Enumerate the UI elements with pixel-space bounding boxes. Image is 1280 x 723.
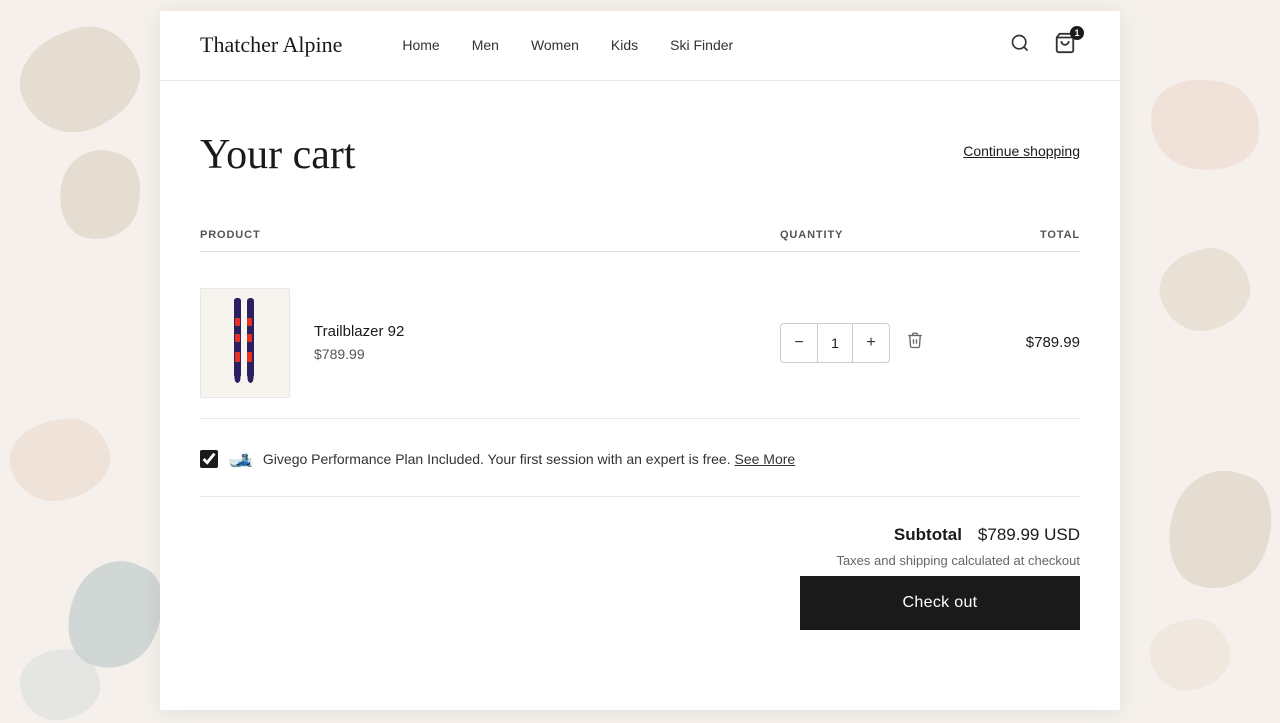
cart-badge: 1 <box>1070 26 1084 40</box>
quantity-increase-button[interactable]: + <box>853 324 889 362</box>
quantity-decrease-button[interactable]: − <box>781 324 817 362</box>
quantity-control: − 1 + <box>780 323 890 363</box>
search-icon <box>1010 33 1030 53</box>
nav-links: Home Men Women Kids Ski Finder <box>402 37 1006 53</box>
cart-header: Your cart Continue shopping <box>200 131 1080 179</box>
product-info: Trailblazer 92 $789.99 <box>314 323 404 362</box>
nav-link-kids[interactable]: Kids <box>611 37 638 53</box>
total-column-header: Total <box>960 229 1080 241</box>
givego-section: 🎿 Givego Performance Plan Included. Your… <box>200 419 1080 497</box>
navbar: Thatcher Alpine Home Men Women Kids Ski … <box>160 11 1120 81</box>
cart-columns: Product Quantity Total <box>200 219 1080 252</box>
delete-item-button[interactable] <box>902 327 928 358</box>
nav-link-women[interactable]: Women <box>531 37 579 53</box>
item-total: $789.99 <box>960 334 1080 351</box>
quantity-cell: − 1 + <box>780 323 960 363</box>
checkout-button[interactable]: Check out <box>800 576 1080 630</box>
nav-link-men[interactable]: Men <box>472 37 499 53</box>
product-image <box>200 288 290 398</box>
page-container: Thatcher Alpine Home Men Women Kids Ski … <box>160 11 1120 710</box>
subtotal-section: Subtotal $789.99 USD Taxes and shipping … <box>200 497 1080 650</box>
product-cell: Trailblazer 92 $789.99 <box>200 288 780 398</box>
quantity-value: 1 <box>817 324 853 362</box>
subtotal-value: $789.99 USD <box>978 525 1080 545</box>
givego-checkbox[interactable] <box>200 450 218 468</box>
trash-icon <box>906 331 924 349</box>
nav-link-ski-finder[interactable]: Ski Finder <box>670 37 733 53</box>
givego-description: Givego Performance Plan Included. Your f… <box>263 451 731 467</box>
subtotal-row: Subtotal $789.99 USD <box>894 525 1080 545</box>
nav-icons: 1 <box>1006 28 1080 63</box>
quantity-column-header: Quantity <box>780 229 960 241</box>
tax-note: Taxes and shipping calculated at checkou… <box>836 553 1080 568</box>
ski-illustration <box>225 293 265 393</box>
subtotal-label: Subtotal <box>894 525 962 545</box>
continue-shopping-link[interactable]: Continue shopping <box>963 143 1080 159</box>
product-unit-price: $789.99 <box>314 346 404 362</box>
givego-see-more-link[interactable]: See More <box>734 451 795 467</box>
givego-text: Givego Performance Plan Included. Your f… <box>263 451 795 467</box>
givego-icon: 🎿 <box>228 447 253 472</box>
product-column-header: Product <box>200 229 780 241</box>
brand-logo[interactable]: Thatcher Alpine <box>200 32 342 58</box>
cart-item: Trailblazer 92 $789.99 − 1 + <box>200 268 1080 419</box>
cart-title: Your cart <box>200 131 356 179</box>
nav-link-home[interactable]: Home <box>402 37 439 53</box>
main-content: Your cart Continue shopping Product Quan… <box>160 81 1120 710</box>
product-name: Trailblazer 92 <box>314 323 404 340</box>
search-button[interactable] <box>1006 29 1034 62</box>
cart-button[interactable]: 1 <box>1050 28 1080 63</box>
